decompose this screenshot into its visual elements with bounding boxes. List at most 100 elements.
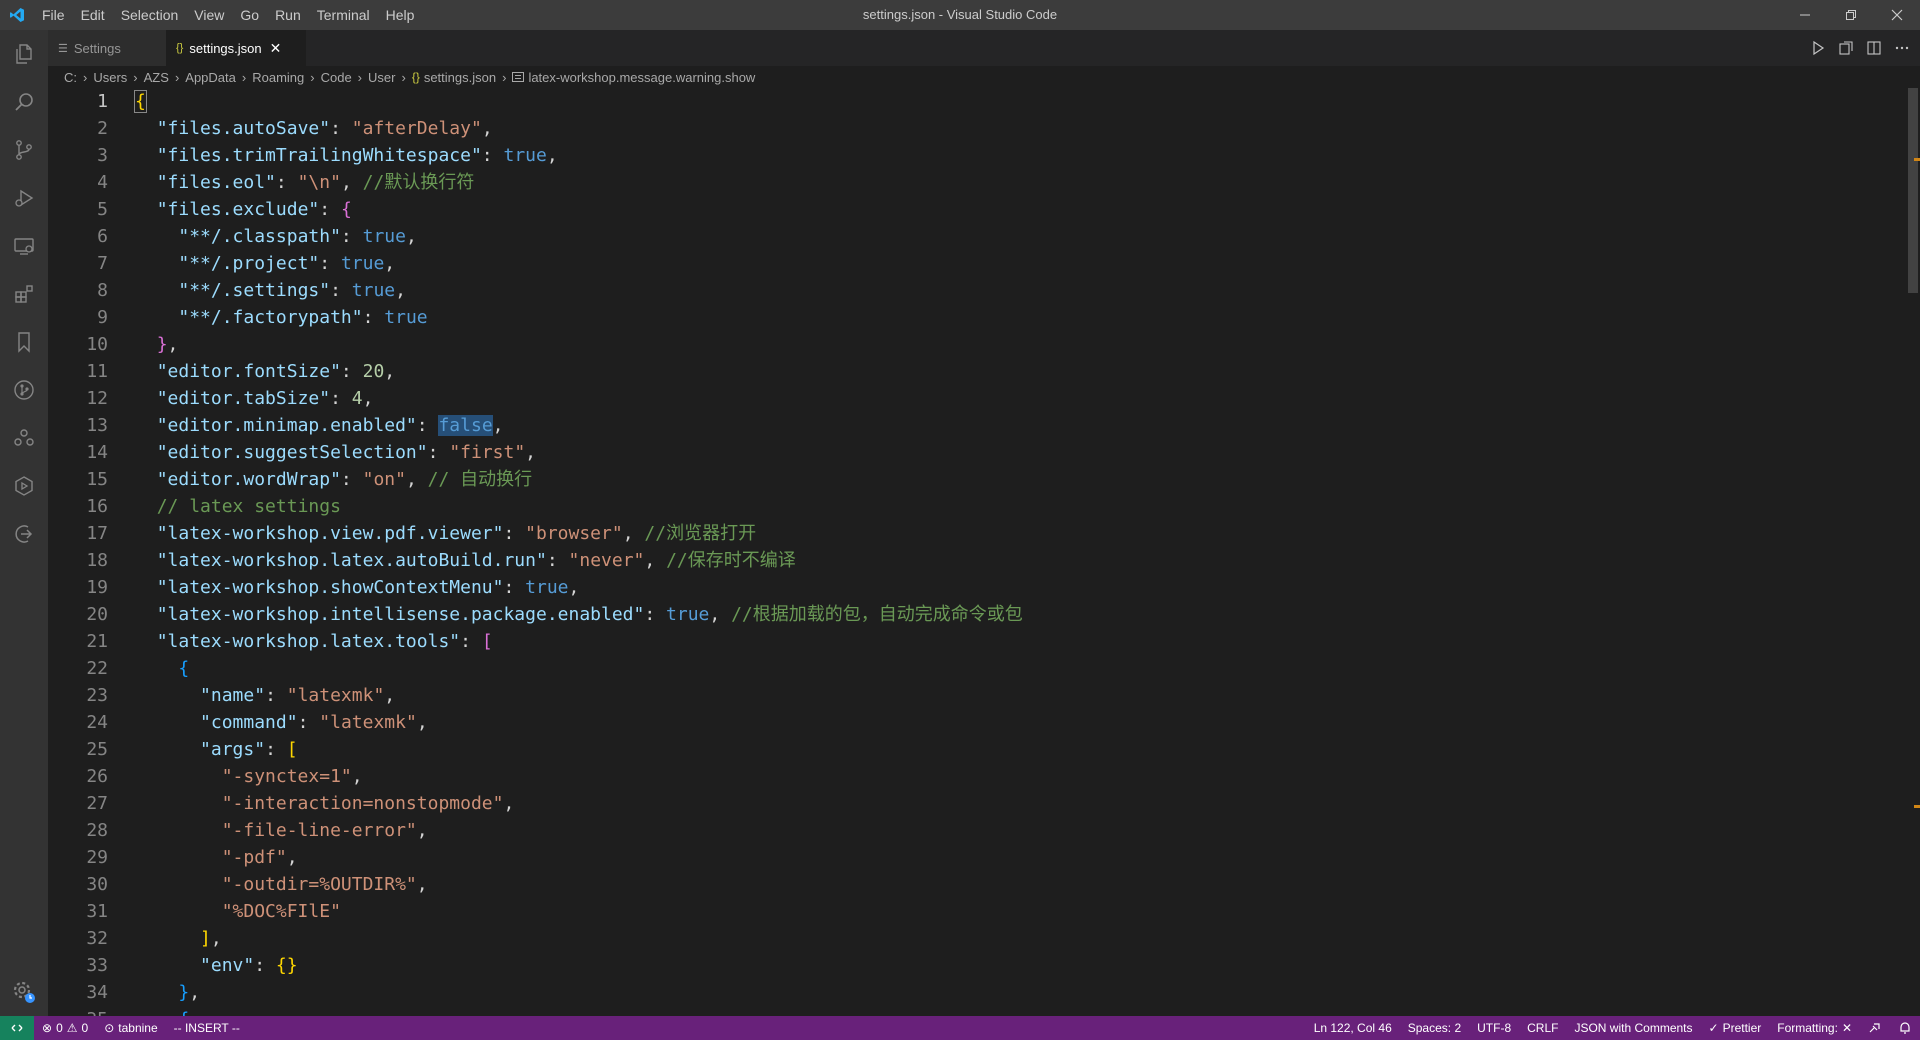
restore-button[interactable] (1828, 0, 1874, 30)
code-token: : (427, 442, 450, 463)
editor-scrollbar[interactable] (1906, 88, 1920, 1016)
breadcrumb-item[interactable]: Code (321, 70, 352, 85)
split-editor-icon[interactable] (1862, 36, 1886, 60)
breadcrumb-item[interactable]: AppData (185, 70, 236, 85)
git-graph-icon[interactable] (0, 366, 48, 414)
code-token: "first" (449, 442, 526, 463)
search-icon[interactable] (0, 78, 48, 126)
code-line: 34 }, (48, 979, 1906, 1006)
breadcrumb-item[interactable]: AZS (144, 70, 169, 85)
timeline-icon[interactable] (0, 510, 48, 558)
menu-terminal[interactable]: Terminal (309, 0, 378, 30)
code-token: true (384, 307, 428, 328)
minimize-button[interactable] (1782, 0, 1828, 30)
notifications-button[interactable] (1890, 1016, 1920, 1040)
line-number: 33 (86, 955, 108, 976)
container-icon[interactable] (0, 462, 48, 510)
menu-file[interactable]: File (34, 0, 73, 30)
editor-actions (1806, 30, 1914, 66)
code-token: //默认换行符 (362, 172, 475, 193)
close-window-button[interactable] (1874, 0, 1920, 30)
line-number: 12 (86, 388, 108, 409)
warning-count: 0 (81, 1021, 89, 1035)
line-content: "editor.fontSize": 20, (135, 358, 395, 385)
live-share-icon[interactable] (0, 414, 48, 462)
code-line: 35 { (48, 1006, 1906, 1016)
breadcrumb: C: › Users › AZS › AppData › Roaming › C… (48, 66, 1920, 88)
code-token: "**/.project" (178, 253, 320, 274)
chevron-right-icon: › (241, 69, 247, 85)
breadcrumb-item[interactable]: C: (64, 70, 77, 85)
code-token: "-synctex=1" (221, 766, 352, 787)
code-token: : (503, 577, 526, 598)
breadcrumb-item[interactable]: latex-workshop.message.warning.show (528, 70, 755, 85)
scrollbar-thumb[interactable] (1908, 88, 1918, 293)
manage-gear-icon[interactable] (0, 968, 48, 1016)
line-number: 2 (97, 118, 108, 139)
tab-close-icon[interactable]: ✕ (270, 40, 282, 57)
tabnine-status[interactable]: ⊙ tabnine (96, 1016, 165, 1040)
run-debug-icon[interactable] (0, 174, 48, 222)
encoding[interactable]: UTF-8 (1469, 1016, 1519, 1040)
cursor-position[interactable]: Ln 122, Col 46 (1306, 1016, 1400, 1040)
formatting-status[interactable]: Formatting: ✕ (1769, 1016, 1860, 1040)
breadcrumb-item[interactable]: Roaming (252, 70, 304, 85)
bookmarks-icon[interactable] (0, 318, 48, 366)
line-number: 6 (97, 226, 108, 247)
status-bar-right: Ln 122, Col 46 Spaces: 2 UTF-8 CRLF JSON… (1306, 1016, 1920, 1040)
feedback-button[interactable] (1860, 1016, 1890, 1040)
breadcrumb-item[interactable]: Users (93, 70, 127, 85)
tab-settings-json[interactable]: {} settings.json ✕ (166, 30, 306, 66)
line-number: 19 (86, 577, 108, 598)
source-control-icon[interactable] (0, 126, 48, 174)
line-content: "latex-workshop.latex.autoBuild.run": "n… (135, 547, 796, 574)
menu-help[interactable]: Help (378, 0, 423, 30)
prettier-status[interactable]: ✓ Prettier (1701, 1016, 1770, 1040)
breadcrumb-item[interactable]: settings.json (424, 70, 496, 85)
tab-settings[interactable]: ☰ Settings (48, 30, 166, 66)
line-content: "files.eol": "\n", //默认换行符 (135, 169, 475, 196)
code-token: "env" (200, 955, 255, 976)
end-of-line[interactable]: CRLF (1519, 1016, 1566, 1040)
indentation[interactable]: Spaces: 2 (1400, 1016, 1469, 1040)
menu-run[interactable]: Run (267, 0, 309, 30)
remote-button[interactable] (0, 1016, 34, 1040)
code-token: , (405, 469, 428, 490)
code-editor[interactable]: 1{2 "files.autoSave": "afterDelay", 3 "fi… (48, 88, 1906, 1016)
code-line: 23 "name": "latexmk", (48, 682, 1906, 709)
code-token: "latex-workshop.latex.tools" (156, 631, 461, 652)
problems-status[interactable]: ⊗ 0 ⚠ 0 (34, 1016, 96, 1040)
language-mode[interactable]: JSON with Comments (1566, 1016, 1700, 1040)
menu-edit[interactable]: Edit (73, 0, 113, 30)
code-token: , (481, 118, 493, 139)
menu-selection[interactable]: Selection (113, 0, 187, 30)
code-token: ] (200, 928, 211, 949)
error-count: 0 (56, 1021, 63, 1035)
line-content: "**/.factorypath": true (135, 304, 428, 331)
code-token: true (503, 145, 547, 166)
code-token: "command" (200, 712, 298, 733)
code-token: //浏览器打开 (644, 523, 757, 544)
code-token: "never" (568, 550, 645, 571)
more-actions-icon[interactable] (1890, 36, 1914, 60)
code-line: 12 "editor.tabSize": 4, (48, 385, 1906, 412)
menu-view[interactable]: View (186, 0, 232, 30)
run-code-icon[interactable] (1806, 36, 1830, 60)
open-settings-ui-icon[interactable] (1834, 36, 1858, 60)
remote-explorer-icon[interactable] (0, 222, 48, 270)
chevron-right-icon: › (357, 69, 363, 85)
line-number: 7 (97, 253, 108, 274)
extensions-icon[interactable] (0, 270, 48, 318)
breadcrumb-item[interactable]: User (368, 70, 395, 85)
menu-go[interactable]: Go (232, 0, 267, 30)
explorer-icon[interactable] (0, 30, 48, 78)
